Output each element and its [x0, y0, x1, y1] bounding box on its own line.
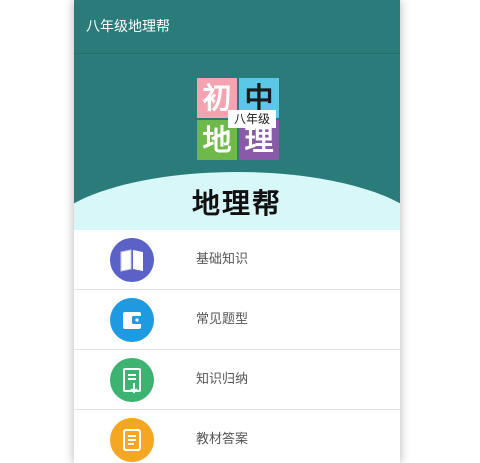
menu-item-basics[interactable]: 基础知识 — [74, 230, 400, 290]
header-banner: 初 中 地 理 八年级 地理帮 — [74, 54, 400, 230]
main-menu: 基础知识 常见题型 知识归纳 教材答案 — [74, 230, 400, 463]
notepad-icon — [110, 418, 154, 462]
menu-item-label: 知识归纳 — [196, 372, 249, 387]
app-window: 八年级地理帮 初 中 地 理 八年级 地理帮 基础知识 常见题型 知识归纳 教材… — [74, 0, 400, 463]
document-icon — [110, 358, 154, 402]
menu-item-label: 常见题型 — [196, 312, 249, 327]
logo-badge: 八年级 — [228, 110, 276, 128]
app-name-title: 地理帮 — [191, 187, 282, 220]
wallet-icon — [110, 298, 154, 342]
menu-item-label: 基础知识 — [196, 252, 249, 267]
menu-item-textbook-answers[interactable]: 教材答案 — [74, 410, 400, 463]
menu-item-summary[interactable]: 知识归纳 — [74, 350, 400, 410]
app-bar-title: 八年级地理帮 — [86, 19, 170, 35]
app-logo: 初 中 地 理 八年级 — [197, 78, 279, 160]
menu-item-question-types[interactable]: 常见题型 — [74, 290, 400, 350]
screen: 八年级地理帮 初 中 地 理 八年级 地理帮 基础知识 常见题型 知识归纳 教材… — [0, 0, 480, 463]
app-bar: 八年级地理帮 — [74, 0, 400, 54]
menu-item-label: 教材答案 — [196, 432, 249, 447]
book-icon — [110, 238, 154, 282]
